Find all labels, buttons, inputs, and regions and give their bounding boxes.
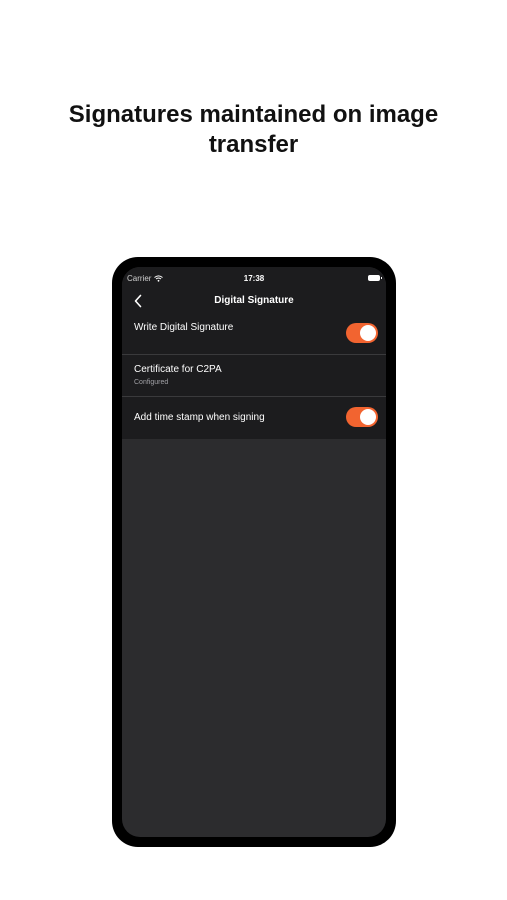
- setting-row-write-digital-signature[interactable]: Write Digital Signature: [122, 313, 386, 355]
- status-bar: Carrier 17:38: [122, 267, 386, 289]
- setting-label: Write Digital Signature: [134, 322, 234, 333]
- setting-sublabel: Configured: [134, 379, 169, 386]
- app-screenshot-page: Signatures maintained on image transfer …: [0, 0, 507, 900]
- write-signature-toggle[interactable]: [346, 323, 378, 343]
- phone-frame: Carrier 17:38 Digital Signature Write Di…: [112, 257, 396, 847]
- phone-screen: Carrier 17:38 Digital Signature Write Di…: [122, 267, 386, 837]
- setting-row-certificate-c2pa[interactable]: Certificate for C2PA Configured: [122, 355, 386, 397]
- time-stamp-toggle[interactable]: [346, 407, 378, 427]
- setting-label: Add time stamp when signing: [134, 412, 265, 423]
- headline-line-1: Signatures maintained on image: [68, 101, 439, 128]
- toggle-knob: [360, 409, 376, 425]
- toggle-knob: [360, 325, 376, 341]
- promo-headline: Signatures maintained on image transfer: [0, 100, 507, 160]
- settings-list: Write Digital Signature Certificate for …: [122, 313, 386, 439]
- setting-row-add-time-stamp[interactable]: Add time stamp when signing: [122, 397, 386, 439]
- navigation-bar: Digital Signature: [122, 289, 386, 313]
- status-time: 17:38: [243, 274, 265, 283]
- nav-title: Digital Signature: [214, 295, 294, 306]
- battery-icon: [368, 275, 382, 281]
- setting-label: Certificate for C2PA: [134, 364, 222, 375]
- headline-line-2: transfer: [208, 131, 299, 158]
